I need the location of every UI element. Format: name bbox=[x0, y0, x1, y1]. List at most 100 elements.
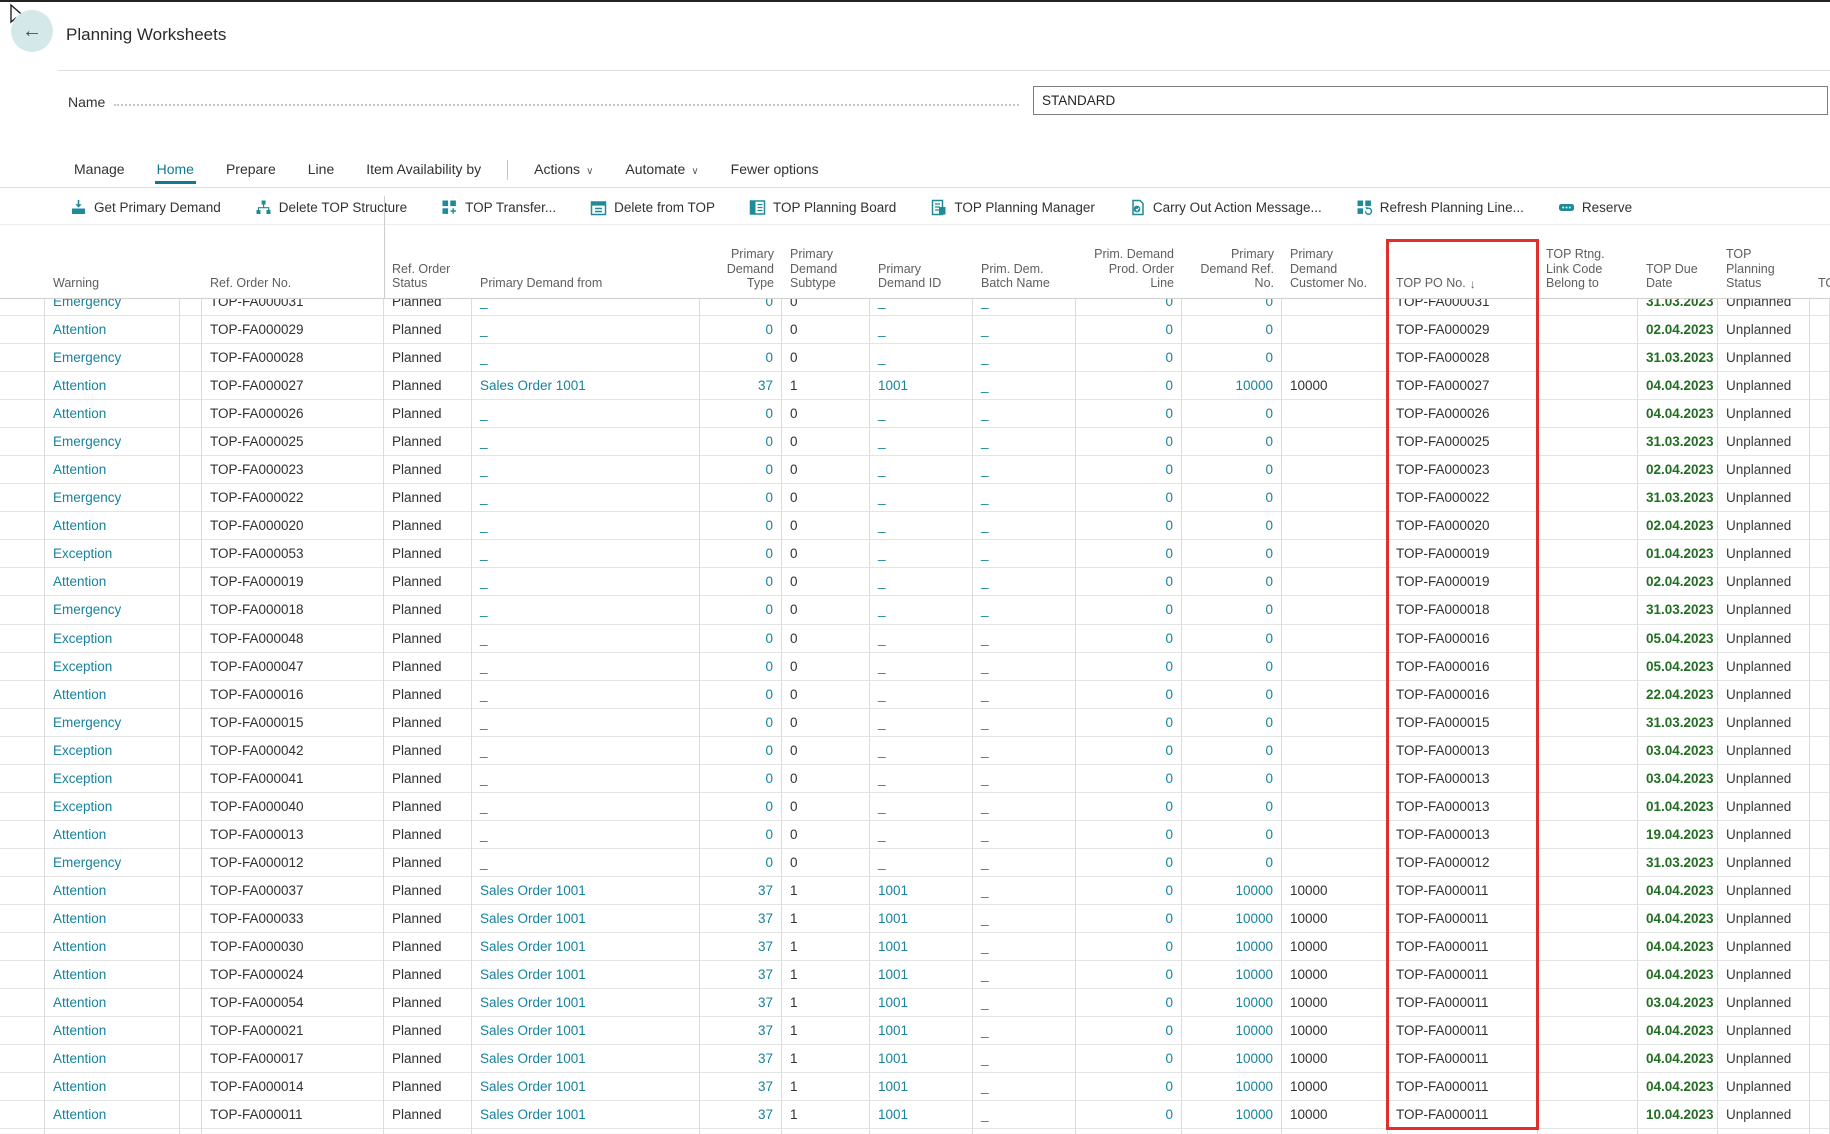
cell-demand_from[interactable]: _ bbox=[472, 681, 700, 709]
cell-demand_type[interactable]: 0 bbox=[700, 596, 782, 624]
cell-ref_order_status[interactable]: Planned bbox=[384, 793, 472, 821]
cell-warning[interactable]: Emergency bbox=[45, 344, 180, 372]
cell-ref_order_no[interactable]: TOP-FA000048 bbox=[202, 625, 384, 653]
cell-warning[interactable]: Attention bbox=[45, 821, 180, 849]
cell-demand_ref_no[interactable]: 0 bbox=[1182, 299, 1282, 316]
cell-prod_order_line[interactable]: 0 bbox=[1076, 681, 1182, 709]
cell-customer_no[interactable] bbox=[1282, 596, 1388, 624]
cell-batch_name[interactable]: _ bbox=[973, 1045, 1076, 1073]
cell-demand_ref_no[interactable]: 0 bbox=[1182, 681, 1282, 709]
cell-gutter[interactable] bbox=[0, 1073, 45, 1101]
table-row[interactable]: ExceptionTOP-FA000053Planned_00__00TOP-F… bbox=[0, 540, 1830, 568]
cell-rtng_link[interactable] bbox=[1538, 540, 1638, 568]
cell-ref_order_status[interactable]: Planned bbox=[384, 484, 472, 512]
cell-demand_from[interactable]: _ bbox=[472, 653, 700, 681]
cell-demand_id[interactable]: 1001 bbox=[870, 1045, 973, 1073]
cell-demand_ref_no[interactable]: 10000 bbox=[1182, 1101, 1282, 1129]
cell-warning[interactable]: Exception bbox=[45, 653, 180, 681]
cell-demand_subtype[interactable]: 1 bbox=[782, 1045, 870, 1073]
cell-demand_ref_no[interactable]: 0 bbox=[1182, 568, 1282, 596]
cell-ref_order_no[interactable]: TOP-FA000024 bbox=[202, 961, 384, 989]
cell-overflow[interactable] bbox=[1810, 961, 1830, 989]
cell-demand_subtype[interactable]: 0 bbox=[782, 765, 870, 793]
cell-gutter[interactable] bbox=[0, 512, 45, 540]
cell-gutter2[interactable] bbox=[180, 1073, 202, 1101]
cell-gutter[interactable] bbox=[0, 344, 45, 372]
cell-demand_id[interactable]: _ bbox=[870, 821, 973, 849]
cell-planning_status[interactable]: Unplanned bbox=[1718, 512, 1810, 540]
cell-gutter[interactable] bbox=[0, 372, 45, 400]
cell-ref_order_no[interactable]: TOP-FA000018 bbox=[202, 596, 384, 624]
cell-overflow[interactable] bbox=[1810, 877, 1830, 905]
cell-prod_order_line[interactable]: 0 bbox=[1076, 428, 1182, 456]
cell-overflow[interactable] bbox=[1810, 512, 1830, 540]
cell-demand_ref_no[interactable]: 0 bbox=[1182, 512, 1282, 540]
cell-prod_order_line[interactable]: 0 bbox=[1076, 1045, 1182, 1073]
cell-due_date[interactable] bbox=[1638, 1129, 1718, 1134]
cell-planning_status[interactable]: Unplanned bbox=[1718, 849, 1810, 877]
cell-ref_order_status[interactable]: Planned bbox=[384, 1101, 472, 1129]
cell-demand_from[interactable]: Sales Order 1001 bbox=[472, 372, 700, 400]
cell-demand_id[interactable]: _ bbox=[870, 737, 973, 765]
toolbar-button-top-planning-manager[interactable]: TOP Planning Manager bbox=[930, 199, 1095, 216]
cell-customer_no[interactable] bbox=[1282, 540, 1388, 568]
column-header-demand_from[interactable]: Primary Demand from bbox=[472, 240, 700, 298]
cell-gutter2[interactable] bbox=[180, 849, 202, 877]
cell-gutter2[interactable] bbox=[180, 428, 202, 456]
cell-demand_id[interactable]: _ bbox=[870, 793, 973, 821]
cell-demand_id[interactable]: 1001 bbox=[870, 1017, 973, 1045]
column-header-ref_order_no[interactable]: Ref. Order No. bbox=[202, 240, 384, 298]
column-header-demand_type[interactable]: Primary Demand Type bbox=[700, 240, 782, 298]
cell-ref_order_status[interactable]: Planned bbox=[384, 877, 472, 905]
cell-demand_ref_no[interactable]: 0 bbox=[1182, 344, 1282, 372]
cell-overflow[interactable] bbox=[1810, 1073, 1830, 1101]
cell-demand_type[interactable]: 0 bbox=[700, 821, 782, 849]
cell-customer_no[interactable] bbox=[1282, 456, 1388, 484]
cell-ref_order_status[interactable]: Planned bbox=[384, 596, 472, 624]
cell-demand_id[interactable]: _ bbox=[870, 849, 973, 877]
cell-warning[interactable]: Emergency bbox=[45, 484, 180, 512]
cell-customer_no[interactable] bbox=[1282, 681, 1388, 709]
cell-ref_order_no[interactable]: TOP-FA000016 bbox=[202, 681, 384, 709]
cell-prod_order_line[interactable]: 0 bbox=[1076, 400, 1182, 428]
cell-top_po_no[interactable]: TOP-FA000025 bbox=[1388, 428, 1538, 456]
cell-due_date[interactable]: 03.04.2023 bbox=[1638, 989, 1718, 1017]
cell-ref_order_status[interactable]: Planned bbox=[384, 625, 472, 653]
cell-gutter2[interactable] bbox=[180, 961, 202, 989]
cell-demand_subtype[interactable]: 0 bbox=[782, 540, 870, 568]
cell-batch_name[interactable]: _ bbox=[973, 625, 1076, 653]
cell-gutter[interactable] bbox=[0, 821, 45, 849]
cell-rtng_link[interactable] bbox=[1538, 428, 1638, 456]
cell-prod_order_line[interactable]: 0 bbox=[1076, 989, 1182, 1017]
cell-gutter[interactable] bbox=[0, 681, 45, 709]
cell-batch_name[interactable] bbox=[973, 1129, 1076, 1134]
cell-overflow[interactable] bbox=[1810, 344, 1830, 372]
cell-customer_no[interactable] bbox=[1282, 512, 1388, 540]
cell-demand_subtype[interactable]: 0 bbox=[782, 849, 870, 877]
cell-customer_no[interactable] bbox=[1282, 400, 1388, 428]
cell-customer_no[interactable]: 10000 bbox=[1282, 1101, 1388, 1129]
cell-rtng_link[interactable] bbox=[1538, 568, 1638, 596]
cell-due_date[interactable]: 03.04.2023 bbox=[1638, 737, 1718, 765]
table-row[interactable]: AttentionTOP-FA000021PlannedSales Order … bbox=[0, 1017, 1830, 1045]
cell-gutter[interactable] bbox=[0, 849, 45, 877]
cell-overflow[interactable] bbox=[1810, 821, 1830, 849]
cell-overflow[interactable] bbox=[1810, 681, 1830, 709]
cell-top_po_no[interactable]: TOP-FA000011 bbox=[1388, 1017, 1538, 1045]
cell-overflow[interactable] bbox=[1810, 625, 1830, 653]
cell-planning_status[interactable]: Unplanned bbox=[1718, 1045, 1810, 1073]
cell-ref_order_no[interactable]: TOP-FA000047 bbox=[202, 653, 384, 681]
cell-demand_type[interactable]: 0 bbox=[700, 681, 782, 709]
cell-planning_status[interactable]: Unplanned bbox=[1718, 456, 1810, 484]
cell-top_po_no[interactable]: TOP-FA000011 bbox=[1388, 961, 1538, 989]
cell-top_po_no[interactable]: TOP-FA000027 bbox=[1388, 372, 1538, 400]
cell-customer_no[interactable] bbox=[1282, 737, 1388, 765]
cell-rtng_link[interactable] bbox=[1538, 905, 1638, 933]
cell-ref_order_status[interactable]: Planned bbox=[384, 344, 472, 372]
cell-planning_status[interactable]: Unplanned bbox=[1718, 989, 1810, 1017]
cell-ref_order_status[interactable]: Planned bbox=[384, 372, 472, 400]
table-row[interactable]: AttentionTOP-FA000016Planned_00__00TOP-F… bbox=[0, 681, 1830, 709]
cell-gutter[interactable] bbox=[0, 709, 45, 737]
cell-demand_type[interactable]: 37 bbox=[700, 1017, 782, 1045]
cell-ref_order_no[interactable]: TOP-FA000015 bbox=[202, 709, 384, 737]
